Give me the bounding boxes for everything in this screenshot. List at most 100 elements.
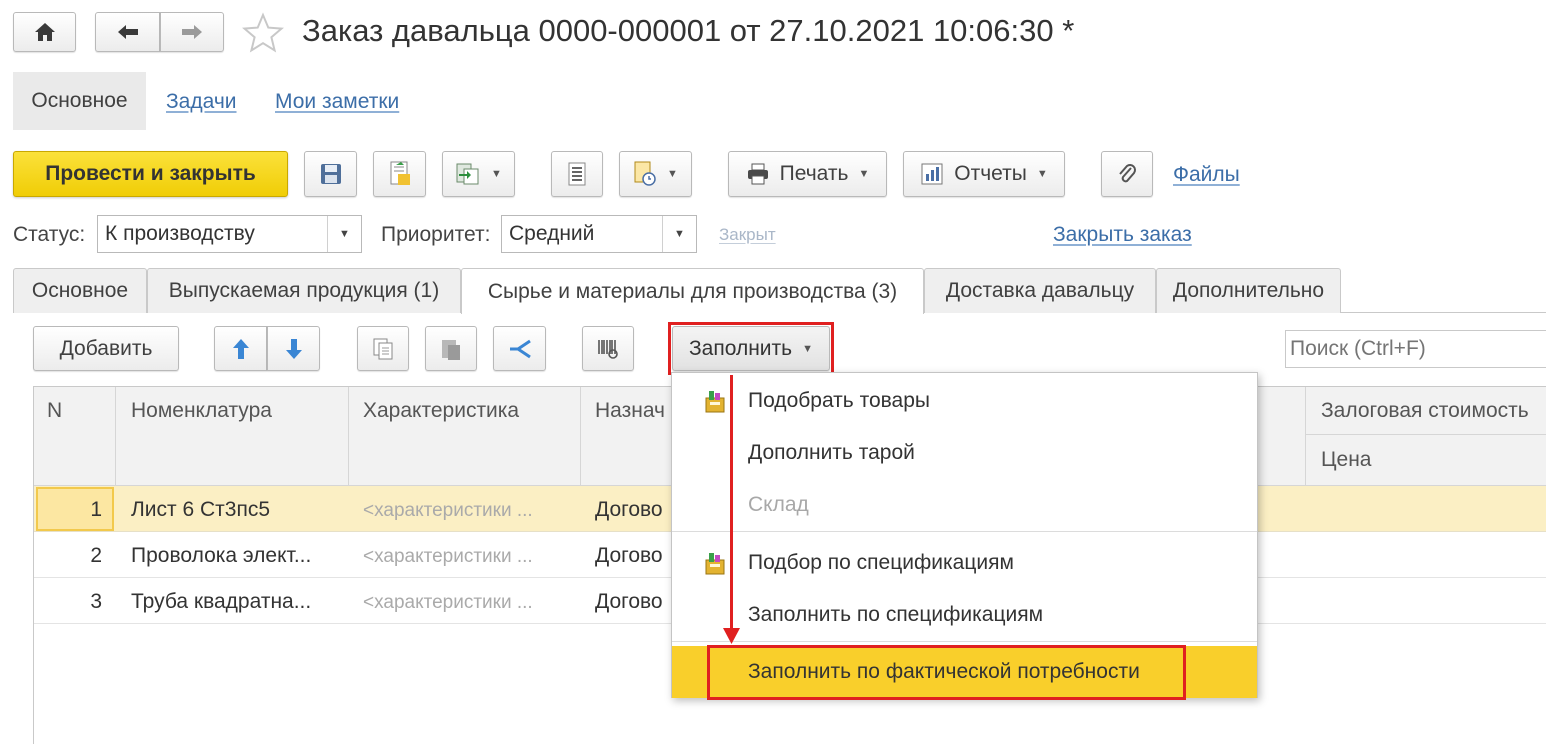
menu-item-label: Заполнить по спецификациям	[748, 603, 1044, 626]
priority-label: Приоритет:	[381, 223, 491, 246]
add-button-label: Добавить	[59, 336, 153, 360]
row-nomenclature: Труба квадратна...	[131, 590, 312, 613]
row-number: 2	[90, 544, 102, 567]
chevron-down-icon[interactable]: ▼	[327, 216, 361, 252]
column-header-pledge-value[interactable]: Залоговая стоимость	[1321, 399, 1529, 423]
row-characteristic: <характеристики ...	[363, 500, 533, 521]
paste-button[interactable]	[425, 326, 477, 371]
status-value: К производству	[105, 222, 255, 245]
arrow-up-icon	[232, 338, 249, 359]
add-button[interactable]: Добавить	[33, 326, 179, 371]
document-clock-icon	[634, 161, 656, 186]
menu-item-pick-by-specifications[interactable]: Подбор по спецификациям	[672, 537, 1257, 589]
column-header-n[interactable]: N	[47, 399, 62, 423]
chevron-down-icon: ▼	[667, 168, 678, 180]
barcode-button[interactable]	[582, 326, 634, 371]
menu-item-label: Подбор по спецификациям	[748, 551, 1014, 574]
closed-link[interactable]: Закрыт	[719, 225, 776, 245]
fill-button-annotation-frame	[668, 322, 834, 375]
document-actions-button[interactable]: ▼	[619, 151, 692, 197]
barcode-scanner-icon	[598, 339, 618, 359]
copy-icon	[373, 338, 393, 359]
menu-separator	[672, 531, 1257, 532]
favorite-star-icon[interactable]	[242, 12, 284, 54]
arrow-right-icon	[182, 25, 202, 39]
menu-item-fill-by-specifications[interactable]: Заполнить по спецификациям	[672, 589, 1257, 641]
column-header-purpose[interactable]: Назнач	[595, 399, 665, 423]
tab-raw-materials-label: Сырье и материалы для производства (3)	[487, 279, 898, 303]
menu-item-label: Дополнить тарой	[748, 441, 915, 464]
home-button[interactable]	[13, 12, 76, 52]
header-subdivider	[1305, 434, 1546, 435]
pick-goods-icon	[705, 553, 725, 575]
row-purpose: Догово	[595, 498, 663, 521]
split-arrows-icon	[509, 339, 531, 358]
row-number: 3	[90, 590, 102, 613]
create-based-on-icon	[456, 163, 479, 185]
menu-item-add-containers[interactable]: Дополнить тарой	[672, 427, 1257, 479]
chevron-down-icon[interactable]: ▼	[662, 216, 696, 252]
col-divider	[115, 387, 116, 486]
tab-output-products[interactable]: Выпускаемая продукция (1)	[147, 268, 461, 313]
tab-main[interactable]: Основное	[13, 268, 147, 313]
chevron-down-icon: ▼	[491, 168, 502, 180]
column-header-price[interactable]: Цена	[1321, 448, 1372, 472]
post-and-close-button[interactable]: Провести и закрыть	[13, 151, 288, 197]
row-purpose: Догово	[595, 544, 663, 567]
col-divider	[1305, 387, 1306, 486]
floppy-disk-icon	[320, 164, 341, 184]
column-header-characteristic[interactable]: Характеристика	[363, 399, 519, 423]
section-tab-notes[interactable]: Мои заметки	[275, 90, 399, 114]
reports-button[interactable]: Отчеты ▼	[903, 151, 1065, 197]
print-button[interactable]: Печать ▼	[728, 151, 887, 197]
pick-goods-icon	[705, 391, 725, 413]
post-button[interactable]	[373, 151, 426, 197]
home-icon	[34, 23, 55, 41]
status-label: Статус:	[13, 223, 86, 246]
post-and-close-label: Провести и закрыть	[45, 162, 256, 185]
paste-icon	[442, 339, 460, 360]
printer-icon	[747, 163, 768, 185]
split-line-button[interactable]	[493, 326, 546, 371]
report-chart-icon	[921, 163, 943, 185]
post-document-icon	[390, 161, 410, 185]
tab-additional-label: Дополнительно	[1172, 279, 1325, 302]
close-order-link[interactable]: Закрыть заказ	[1053, 223, 1192, 247]
tab-raw-materials[interactable]: Сырье и материалы для производства (3)	[461, 268, 924, 314]
row-characteristic: <характеристики ...	[363, 546, 533, 567]
status-select[interactable]: К производству ▼	[97, 215, 362, 253]
chevron-down-icon: ▼	[1036, 168, 1048, 180]
create-based-on-button[interactable]: ▼	[442, 151, 515, 197]
row-nomenclature: Проволока элект...	[131, 544, 312, 567]
row-nomenclature: Лист 6 Ст3пс5	[131, 498, 270, 521]
move-up-button[interactable]	[214, 326, 267, 371]
arrow-down-icon	[285, 338, 302, 359]
section-tab-main-label: Основное	[31, 89, 128, 112]
row-number: 1	[90, 498, 102, 521]
column-header-nomenclature[interactable]: Номенклатура	[131, 399, 272, 423]
annotation-highlight-frame	[707, 645, 1186, 700]
priority-select[interactable]: Средний ▼	[501, 215, 697, 253]
menu-item-pick-goods[interactable]: Подобрать товары	[672, 375, 1257, 427]
section-tab-tasks[interactable]: Задачи	[166, 90, 237, 114]
row-purpose: Догово	[595, 590, 663, 613]
copy-button[interactable]	[357, 326, 409, 371]
back-button[interactable]	[95, 12, 160, 52]
tab-output-products-label: Выпускаемая продукция (1)	[168, 279, 440, 302]
move-down-button[interactable]	[267, 326, 320, 371]
forward-button[interactable]	[160, 12, 224, 52]
section-tab-main[interactable]: Основное	[13, 72, 146, 130]
attach-button[interactable]	[1101, 151, 1153, 197]
arrow-left-icon	[117, 25, 138, 39]
tab-additional[interactable]: Дополнительно	[1156, 268, 1341, 313]
list-button[interactable]	[551, 151, 603, 197]
tab-delivery[interactable]: Доставка давальцу	[924, 268, 1156, 313]
files-link[interactable]: Файлы	[1173, 163, 1240, 187]
search-input[interactable]	[1285, 330, 1546, 368]
print-label: Печать	[779, 162, 849, 185]
priority-value: Средний	[509, 222, 595, 245]
save-button[interactable]	[304, 151, 357, 197]
reports-label: Отчеты	[954, 162, 1027, 185]
annotation-arrow-line	[730, 375, 733, 633]
tab-main-label: Основное	[31, 279, 129, 302]
